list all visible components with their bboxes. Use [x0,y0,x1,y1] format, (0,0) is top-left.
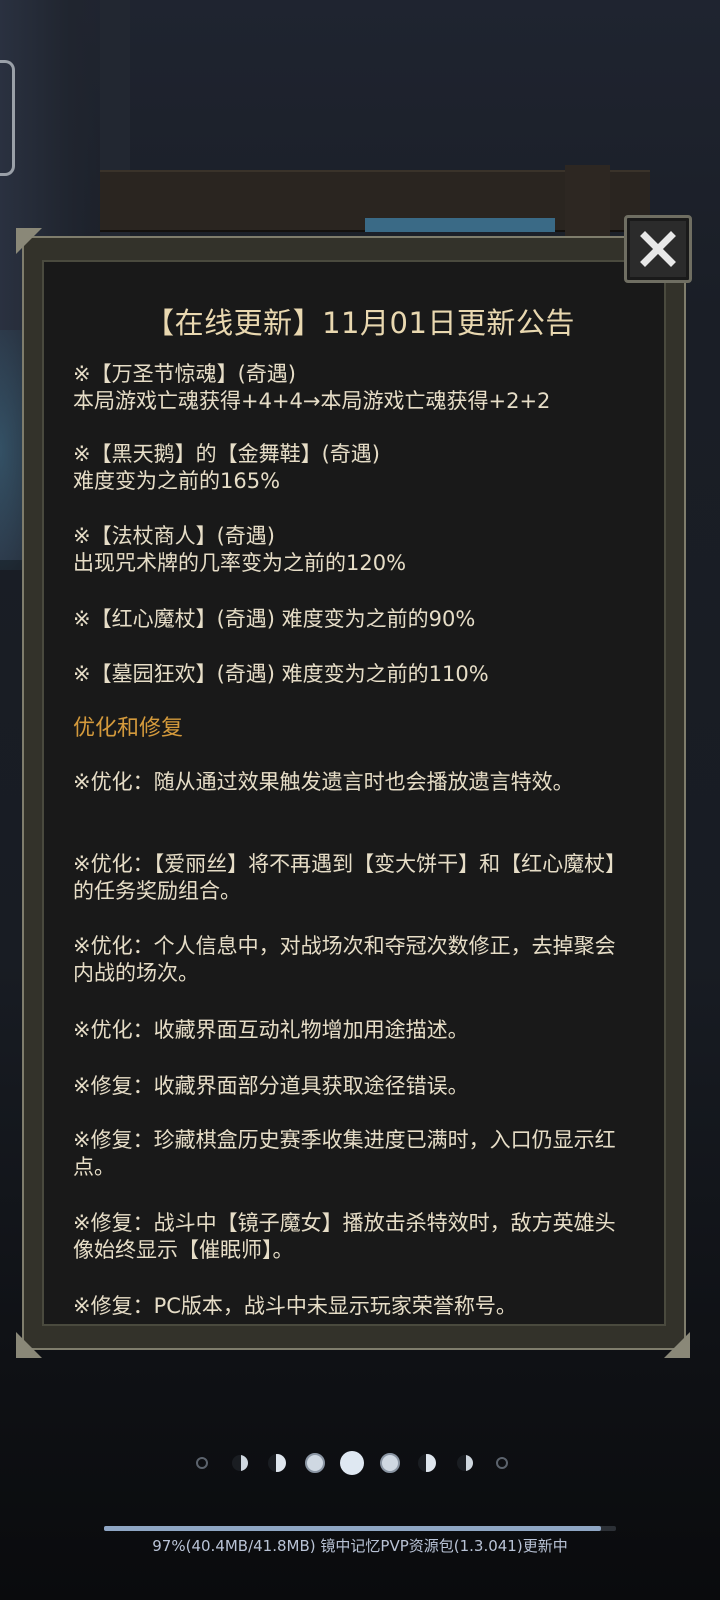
entry-item: ※【万圣节惊魂】(奇遇) 本局游戏亡魂获得+4+4→本局游戏亡魂获得+2+2 [73,361,633,415]
page-dot[interactable] [231,1455,248,1471]
download-status-text: 97%(40.4MB/41.8MB) 镜中记忆PVP资源包(1.3.041)更新… [152,1537,568,1555]
entry-heading: ※【红心魔杖】(奇遇) 难度变为之前的90% [73,607,476,631]
hook-decoration [0,60,15,176]
page-dot[interactable] [496,1457,508,1469]
fix-item: ※修复：收藏界面部分道具获取途径错误。 [73,1074,469,1098]
entry-item: ※【法杖商人】(奇遇) 出现咒术牌的几率变为之前的120% [73,523,633,577]
entry-detail: 本局游戏亡魂获得+4+4→本局游戏亡魂获得+2+2 [73,389,551,413]
close-x-icon [640,231,676,267]
fix-item: ※修复：珍藏棋盒历史赛季收集进度已满时，入口仍显示红点。 [73,1128,616,1179]
window-strip [365,218,555,232]
download-progress-fill [104,1526,601,1531]
entry-item: ※【红心魔杖】(奇遇) 难度变为之前的90% [73,606,633,633]
section-heading: 优化和修复 [73,716,184,741]
entry-heading: ※【万圣节惊魂】(奇遇) [73,362,296,386]
page-dot[interactable] [196,1457,208,1469]
entry-item: ※【黑天鹅】的【金舞鞋】(奇遇) 难度变为之前的165% [73,441,633,495]
entry-heading: ※【墓园狂欢】(奇遇) 难度变为之前的110% [73,662,489,686]
fix-item: ※修复：战斗中【镜子魔女】播放击杀特效时，敌方英雄头像始终显示【催眠师】。 [73,1211,616,1262]
announcement-title: 【在线更新】11月01日更新公告 [145,306,575,340]
fix-item: ※优化：随从通过效果触发遗言时也会播放遗言特效。 [73,770,574,794]
entry-item: ※【墓园狂欢】(奇遇) 难度变为之前的110% [73,661,633,688]
fix-item: ※优化：个人信息中，对战场次和夺冠次数修正，去掉聚会内战的场次。 [73,934,616,985]
entry-detail: 难度变为之前的165% [73,469,281,493]
page-indicator[interactable] [0,1451,720,1481]
page-dot-active[interactable] [340,1451,364,1475]
page-dot[interactable] [456,1455,473,1471]
fix-item: ※优化：【爱丽丝】将不再遇到【变大饼干】和【红心魔杖】的任务奖励组合。 [73,852,627,903]
entry-heading: ※【法杖商人】(奇遇) [73,524,275,548]
entry-heading: ※【黑天鹅】的【金舞鞋】(奇遇) [73,442,380,466]
page-dot[interactable] [418,1454,436,1472]
fix-item: ※修复：PC版本，战斗中未显示玩家荣誉称号。 [73,1294,517,1318]
entry-detail: 出现咒术牌的几率变为之前的120% [73,551,407,575]
wood-post [565,165,610,245]
download-progress-bar [104,1526,616,1531]
fix-item: ※优化：收藏界面互动礼物增加用途描述。 [73,1018,469,1042]
page-dot[interactable] [304,1453,325,1473]
close-button[interactable] [624,215,692,283]
page-dot[interactable] [268,1454,286,1472]
page-dot[interactable] [379,1453,400,1473]
